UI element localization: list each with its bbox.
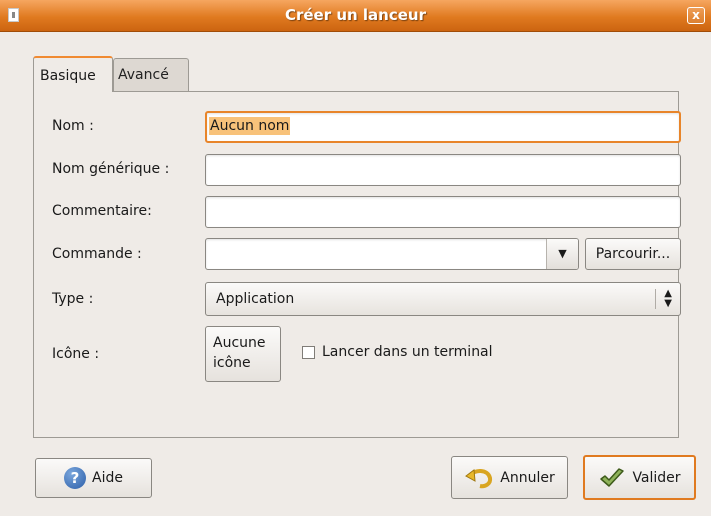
icon-button-line1: Aucune bbox=[213, 335, 266, 351]
commande-combo-input[interactable]: ▼ bbox=[205, 238, 579, 270]
nom-generique-input[interactable] bbox=[205, 154, 681, 186]
window-title: Créer un lanceur bbox=[284, 6, 427, 24]
commande-label: Commande : bbox=[52, 246, 142, 262]
commentaire-input[interactable] bbox=[205, 196, 681, 228]
select-divider bbox=[655, 289, 656, 309]
browse-button-label: Parcourir... bbox=[595, 246, 671, 262]
nom-label: Nom : bbox=[52, 118, 94, 134]
title-bar: Créer un lanceur x bbox=[0, 0, 711, 32]
icon-button-line2: icône bbox=[213, 355, 251, 371]
nom-generique-label: Nom générique : bbox=[52, 161, 170, 177]
ok-button-label: Valider bbox=[632, 469, 681, 486]
updown-arrows-icon: ▲ ▼ bbox=[664, 288, 672, 309]
nom-input[interactable]: Aucun nom bbox=[205, 111, 681, 143]
commentaire-label: Commentaire: bbox=[52, 203, 152, 219]
help-icon: ? bbox=[64, 467, 87, 489]
type-selected-value: Application bbox=[216, 291, 295, 307]
help-button-label: Aide bbox=[92, 470, 123, 486]
terminal-checkbox[interactable] bbox=[302, 346, 315, 359]
cancel-button-label: Annuler bbox=[500, 469, 555, 486]
tab-avance[interactable]: Avancé bbox=[113, 58, 189, 92]
undo-arrow-icon bbox=[465, 468, 493, 488]
icon-chooser-button[interactable]: Aucune icône bbox=[205, 326, 281, 382]
cancel-button[interactable]: Annuler bbox=[451, 456, 568, 499]
icone-label: Icône : bbox=[52, 346, 100, 362]
browse-button[interactable]: Parcourir... bbox=[585, 238, 681, 270]
type-label: Type : bbox=[52, 291, 94, 307]
terminal-checkbox-label[interactable]: Lancer dans un terminal bbox=[322, 344, 493, 360]
tab-basique[interactable]: Basique bbox=[33, 56, 113, 92]
chevron-down-icon[interactable]: ▼ bbox=[546, 239, 578, 269]
nom-value: Aucun nom bbox=[209, 117, 291, 135]
type-select[interactable]: Application ▲ ▼ bbox=[205, 282, 681, 316]
ok-button[interactable]: Valider bbox=[583, 455, 696, 500]
help-button[interactable]: ? Aide bbox=[35, 458, 152, 498]
checkmark-icon bbox=[600, 467, 625, 487]
close-button[interactable]: x bbox=[687, 7, 705, 24]
